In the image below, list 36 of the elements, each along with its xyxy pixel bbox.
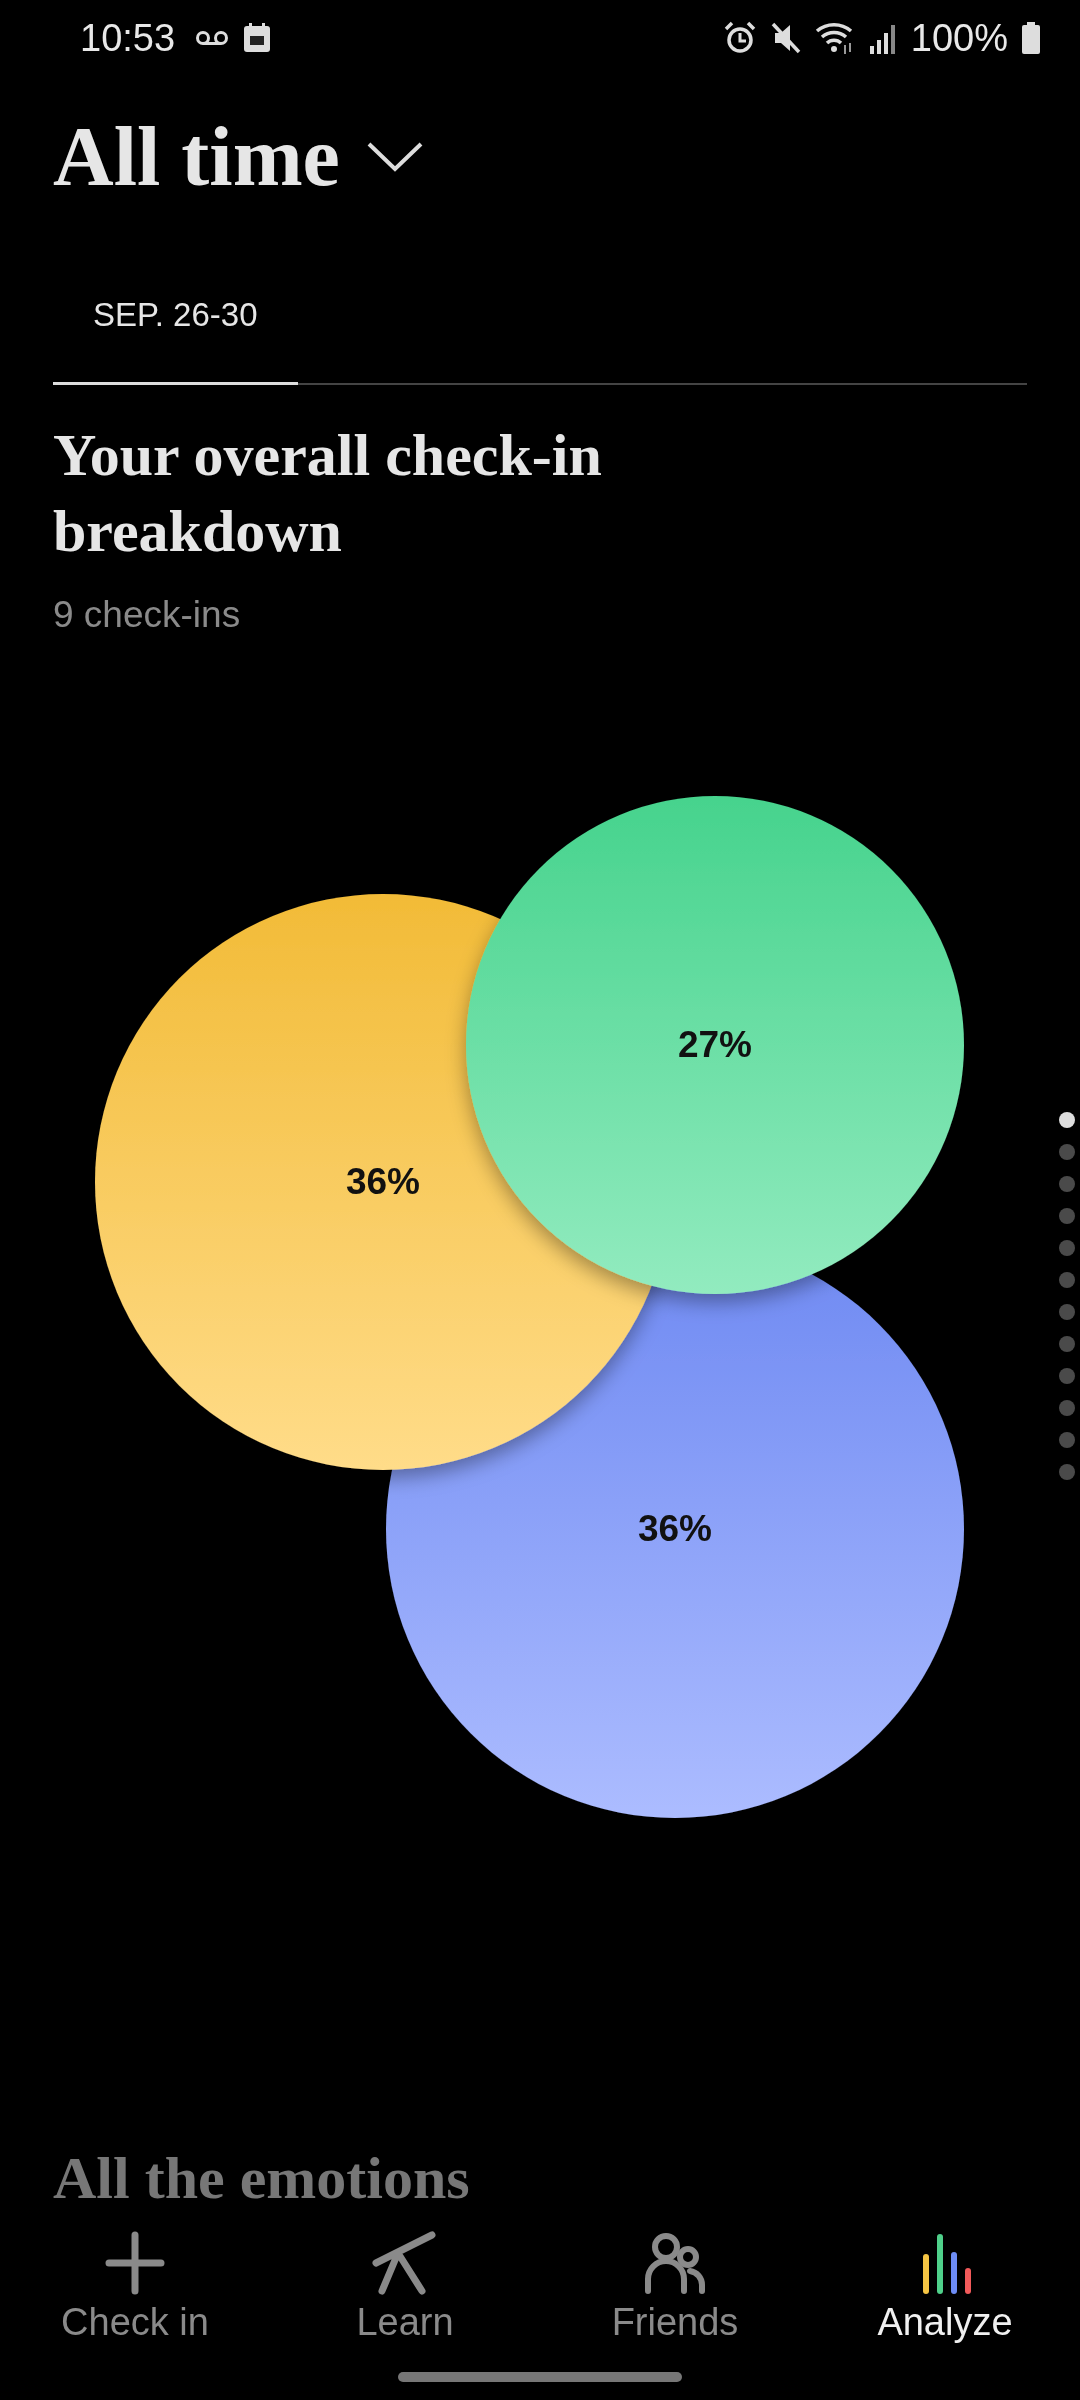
- nav-tab[interactable]: Check in: [0, 2225, 270, 2365]
- wifi-icon: [814, 21, 855, 55]
- battery-percent: 100%: [910, 16, 1008, 60]
- page-dot[interactable]: [1059, 1272, 1075, 1288]
- voicemail-icon: [195, 30, 230, 46]
- page-dot[interactable]: [1059, 1208, 1075, 1224]
- calendar-icon: [243, 23, 272, 53]
- bubble-percent: 27%: [677, 1024, 753, 1065]
- plus-icon: [105, 2231, 165, 2295]
- nav-tab[interactable]: Friends: [540, 2225, 810, 2365]
- page-dot[interactable]: [1059, 1176, 1075, 1192]
- page-dot[interactable]: [1059, 1144, 1075, 1160]
- page-dot[interactable]: [1059, 1336, 1075, 1352]
- chevron-down-icon[interactable]: [365, 140, 424, 172]
- page-dot[interactable]: [1059, 1432, 1075, 1448]
- page-dot[interactable]: [1059, 1400, 1075, 1416]
- period-title: All time: [53, 108, 340, 205]
- date-tab[interactable]: SEP. 26-30: [53, 236, 298, 385]
- section-title: Your overall check-in breakdown: [53, 421, 603, 566]
- signal-icon: [868, 22, 897, 54]
- bubble-percent: 36%: [345, 1161, 421, 1202]
- people-icon: [642, 2231, 708, 2295]
- page-dot[interactable]: [1059, 1240, 1075, 1256]
- battery-icon: [1022, 22, 1040, 54]
- status-time: 10:53: [80, 16, 176, 60]
- page-dot[interactable]: [1059, 1368, 1075, 1384]
- checkin-count: 9 check-ins: [53, 594, 242, 636]
- bubble-percent: 36%: [637, 1508, 713, 1549]
- next-section-title: All the emotions: [53, 2144, 471, 2213]
- page-dot[interactable]: [1059, 1464, 1075, 1480]
- nav-tab[interactable]: Learn: [270, 2225, 540, 2365]
- mute-icon: [770, 22, 801, 54]
- page-dot[interactable]: [1059, 1304, 1075, 1320]
- page-dot[interactable]: [1059, 1112, 1075, 1128]
- alarm-icon: [722, 21, 757, 55]
- nav-tab[interactable]: Analyze: [810, 2225, 1080, 2365]
